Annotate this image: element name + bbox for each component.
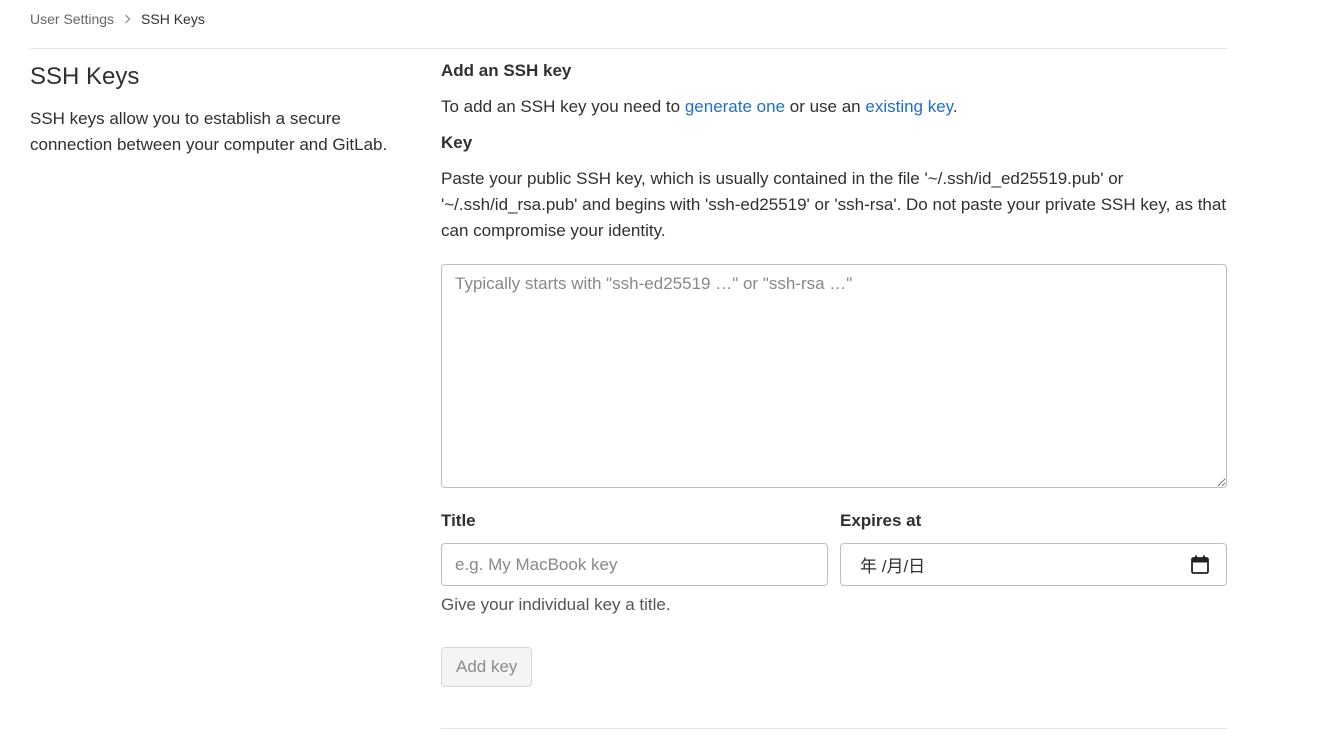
title-help-text: Give your individual key a title.: [441, 595, 671, 614]
expires-date-input[interactable]: 年 /月/日: [840, 543, 1227, 586]
settings-intro: SSH Keys SSH keys allow you to establish…: [30, 60, 410, 158]
add-ssh-key-form: Add an SSH key To add an SSH key you nee…: [441, 58, 1227, 687]
chevron-right-icon: [124, 14, 131, 24]
add-key-button[interactable]: Add key: [441, 647, 533, 687]
header-divider: [30, 48, 1227, 49]
page-title: SSH Keys: [30, 63, 140, 90]
form-bottom-divider: [441, 728, 1227, 729]
key-help-text: Paste your public SSH key, which is usua…: [441, 169, 1227, 240]
intro-text-start: To add an SSH key you need to: [441, 97, 685, 116]
intro-text-middle: or use an: [785, 97, 866, 116]
breadcrumb-user-settings[interactable]: User Settings: [30, 11, 114, 27]
calendar-icon[interactable]: [1191, 555, 1209, 574]
title-label: Title: [441, 511, 476, 530]
intro-text-end: .: [952, 97, 958, 116]
page-description: SSH keys allow you to establish a secure…: [30, 109, 388, 154]
form-heading: Add an SSH key: [441, 61, 572, 80]
title-field-group: Title Give your individual key a title.: [441, 508, 828, 616]
expires-label: Expires at: [840, 511, 922, 530]
expires-field-group: Expires at 年 /月/日: [840, 508, 1227, 616]
key-textarea[interactable]: [441, 264, 1227, 488]
breadcrumb-current: SSH Keys: [141, 11, 205, 27]
key-label: Key: [441, 133, 473, 152]
form-intro: To add an SSH key you need to generate o…: [441, 94, 1227, 120]
title-input[interactable]: [441, 543, 828, 586]
generate-one-link[interactable]: generate one: [685, 97, 785, 116]
existing-key-link[interactable]: existing key: [865, 97, 953, 116]
title-expires-row: Title Give your individual key a title. …: [441, 508, 1227, 616]
breadcrumb: User Settings SSH Keys: [30, 9, 205, 29]
expires-date-value: 年 /月/日: [860, 557, 926, 576]
